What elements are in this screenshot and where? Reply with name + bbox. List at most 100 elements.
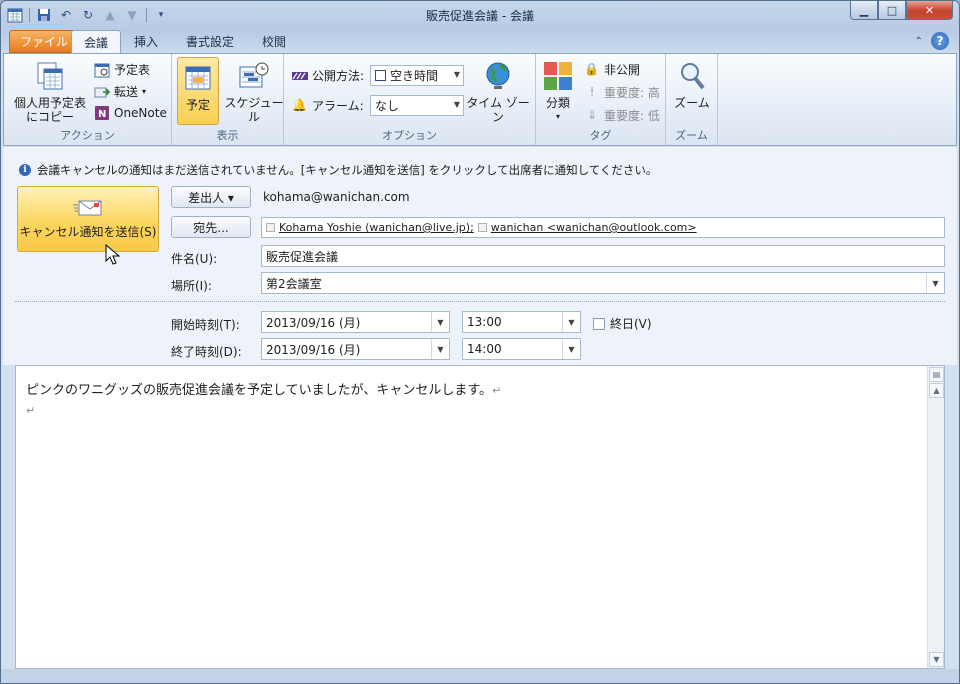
copy-to-personal-calendar-button[interactable]: 個人用予定表にコピー: [12, 60, 88, 124]
mouse-cursor-icon: [105, 244, 121, 265]
title-bar: ↶ ↻ ▲ ▼ ▾ 販売促進会議 - 会議 ▁ □ ✕: [1, 1, 959, 29]
start-time-field[interactable]: 13:00 ▼: [462, 311, 581, 333]
help-icon[interactable]: ?: [931, 32, 949, 50]
minimize-button[interactable]: ▁: [850, 1, 878, 20]
magnifier-icon: [681, 63, 705, 90]
location-value: 第2会議室: [266, 276, 322, 291]
show-as-value: 空き時間: [390, 69, 439, 83]
recipient-2-label: wanichan <wanichan@outlook.com>: [490, 221, 697, 234]
start-date-value: 2013/09/16 (月): [266, 315, 361, 330]
tab-review[interactable]: 校閲: [250, 30, 298, 53]
exclamation-icon: !: [589, 84, 595, 99]
show-as-label: 公開方法:: [312, 69, 365, 83]
forward-button[interactable]: 転送 ▾: [94, 83, 146, 100]
location-label: 場所(I):: [171, 279, 212, 293]
scroll-down-icon[interactable]: ▼: [929, 652, 944, 667]
forward-dropdown-icon: ▾: [142, 87, 147, 96]
zoom-label: ズーム: [674, 96, 710, 110]
end-date-field[interactable]: 2013/09/16 (月) ▼: [261, 338, 450, 360]
calendar-label: 予定表: [114, 63, 151, 77]
window-title: 販売促進会議 - 会議: [426, 9, 534, 23]
send-cancellation-button[interactable]: キャンセル通知を送信(S): [17, 186, 159, 252]
group-action-label: アクション: [60, 129, 115, 142]
chevron-down-icon[interactable]: ▼: [562, 339, 580, 359]
end-time-field[interactable]: 14:00 ▼: [462, 338, 581, 360]
chevron-down-icon[interactable]: ▼: [926, 273, 944, 293]
to-field[interactable]: Kohama Yoshie (wanichan@live.jp); wanich…: [261, 217, 945, 238]
calendar-button[interactable]: 予定表: [94, 61, 150, 78]
divider: [15, 301, 945, 302]
private-label: 非公開: [604, 63, 641, 77]
appointment-view-button[interactable]: 予定: [177, 57, 219, 125]
recipient-checkbox: [477, 223, 487, 232]
subject-value: 販売促進会議: [266, 249, 339, 264]
from-button[interactable]: 差出人 ▾: [171, 186, 251, 208]
return-mark-icon: ↵: [492, 384, 502, 397]
body-line-1-text: ピンクのワニグッズの販売促進会議を予定していましたが、キャンセルします。: [26, 383, 493, 398]
send-cancellation-label: キャンセル通知を送信(S): [19, 224, 157, 239]
group-zoom: ズーム ズーム: [666, 54, 718, 145]
lock-icon: 🔒: [584, 61, 599, 76]
subject-label: 件名(U):: [171, 252, 218, 266]
chevron-down-icon[interactable]: ▼: [562, 312, 580, 332]
meeting-form: キャンセル通知を送信(S) 差出人 ▾ kohama@wanichan.com …: [3, 179, 957, 365]
to-button[interactable]: 宛先...: [171, 216, 251, 238]
vertical-scrollbar[interactable]: ▤ ▲ ▼: [927, 366, 944, 668]
calendar-view-icon: [94, 63, 110, 77]
schedule-view-button[interactable]: スケジュール: [224, 60, 284, 124]
group-action: 個人用予定表にコピー 予定表 転送 ▾ N OneNote アクション: [4, 54, 172, 145]
all-day-checkbox[interactable]: 終日(V): [593, 315, 652, 332]
body-line-2: ↵: [26, 401, 501, 421]
tab-file[interactable]: ファイル: [9, 30, 80, 53]
scroll-up-icon[interactable]: ▲: [929, 383, 944, 398]
categorize-icon: [544, 62, 572, 90]
group-options-label: オプション: [382, 129, 437, 142]
message-body-editor[interactable]: ピンクのワニグッズの販売促進会議を予定していましたが、キャンセルします。↵ ↵ …: [15, 365, 945, 669]
recipient-1[interactable]: Kohama Yoshie (wanichan@live.jp);: [266, 221, 474, 234]
zoom-button[interactable]: ズーム: [672, 60, 712, 110]
forward-icon: [94, 87, 110, 97]
close-button[interactable]: ✕: [906, 1, 953, 20]
onenote-button[interactable]: N OneNote: [94, 105, 167, 121]
recipient-2[interactable]: wanichan <wanichan@outlook.com>: [477, 221, 697, 234]
group-tags: 分類 ▾ 🔒 非公開 ! 重要度: 高 ⇓ 重要度: 低 タグ: [536, 54, 666, 145]
tab-format[interactable]: 書式設定: [174, 30, 246, 53]
tab-insert[interactable]: 挿入: [122, 30, 170, 53]
end-date-value: 2013/09/16 (月): [266, 342, 361, 357]
start-date-field[interactable]: 2013/09/16 (月) ▼: [261, 311, 450, 333]
ribbon-tabs: ファイル 会議 挿入 書式設定 校閲 ⌃ ?: [1, 29, 959, 53]
reminder-value: なし: [375, 99, 400, 113]
chevron-down-icon[interactable]: ▼: [431, 312, 449, 332]
ribbon: 個人用予定表にコピー 予定表 転送 ▾ N OneNote アクション 予定 ス…: [3, 53, 957, 146]
private-button[interactable]: 🔒 非公開: [584, 61, 640, 78]
tab-meeting[interactable]: 会議: [71, 30, 122, 53]
high-importance-button[interactable]: ! 重要度: 高: [584, 84, 660, 101]
subject-field[interactable]: 販売促進会議: [261, 245, 945, 267]
maximize-button[interactable]: □: [878, 1, 906, 20]
appointment-icon: [185, 66, 211, 90]
outlook-meeting-window: ↶ ↻ ▲ ▼ ▾ 販売促進会議 - 会議 ▁ □ ✕ ファイル 会議 挿入 書…: [0, 0, 960, 684]
chevron-down-icon[interactable]: ▼: [431, 339, 449, 359]
categorize-button[interactable]: 分類 ▾: [540, 60, 576, 124]
reminder-label-row: 🔔 アラーム:: [292, 97, 364, 114]
group-show: 予定 スケジュール 表示: [172, 54, 284, 145]
ruler-toggle-icon[interactable]: ▤: [929, 367, 944, 382]
schedule-label: スケジュール: [224, 96, 284, 124]
group-show-label: 表示: [216, 129, 239, 142]
collapse-ribbon-icon[interactable]: ⌃: [915, 36, 923, 47]
appointment-label: 予定: [185, 98, 210, 112]
show-as-dropdown[interactable]: 空き時間 ▼: [370, 65, 464, 86]
checkbox-icon: [593, 317, 605, 330]
start-time-value: 13:00: [467, 315, 502, 329]
scheduling-icon: [239, 62, 269, 88]
location-field[interactable]: 第2会議室 ▼: [261, 272, 945, 294]
low-importance-button[interactable]: ⇓ 重要度: 低: [584, 107, 660, 124]
timezone-label: タイム ゾーン: [466, 96, 530, 124]
down-arrow-icon: ⇓: [586, 107, 598, 122]
free-status-icon: [375, 70, 386, 81]
body-line-1: ピンクのワニグッズの販売促進会議を予定していましたが、キャンセルします。↵: [26, 381, 501, 401]
time-zones-button[interactable]: タイム ゾーン: [466, 60, 530, 124]
info-message-row: i 会議キャンセルの通知はまだ送信されていません。[キャンセル通知を送信] をク…: [19, 162, 657, 178]
info-icon: i: [19, 164, 31, 176]
reminder-dropdown[interactable]: なし ▼: [370, 95, 464, 116]
